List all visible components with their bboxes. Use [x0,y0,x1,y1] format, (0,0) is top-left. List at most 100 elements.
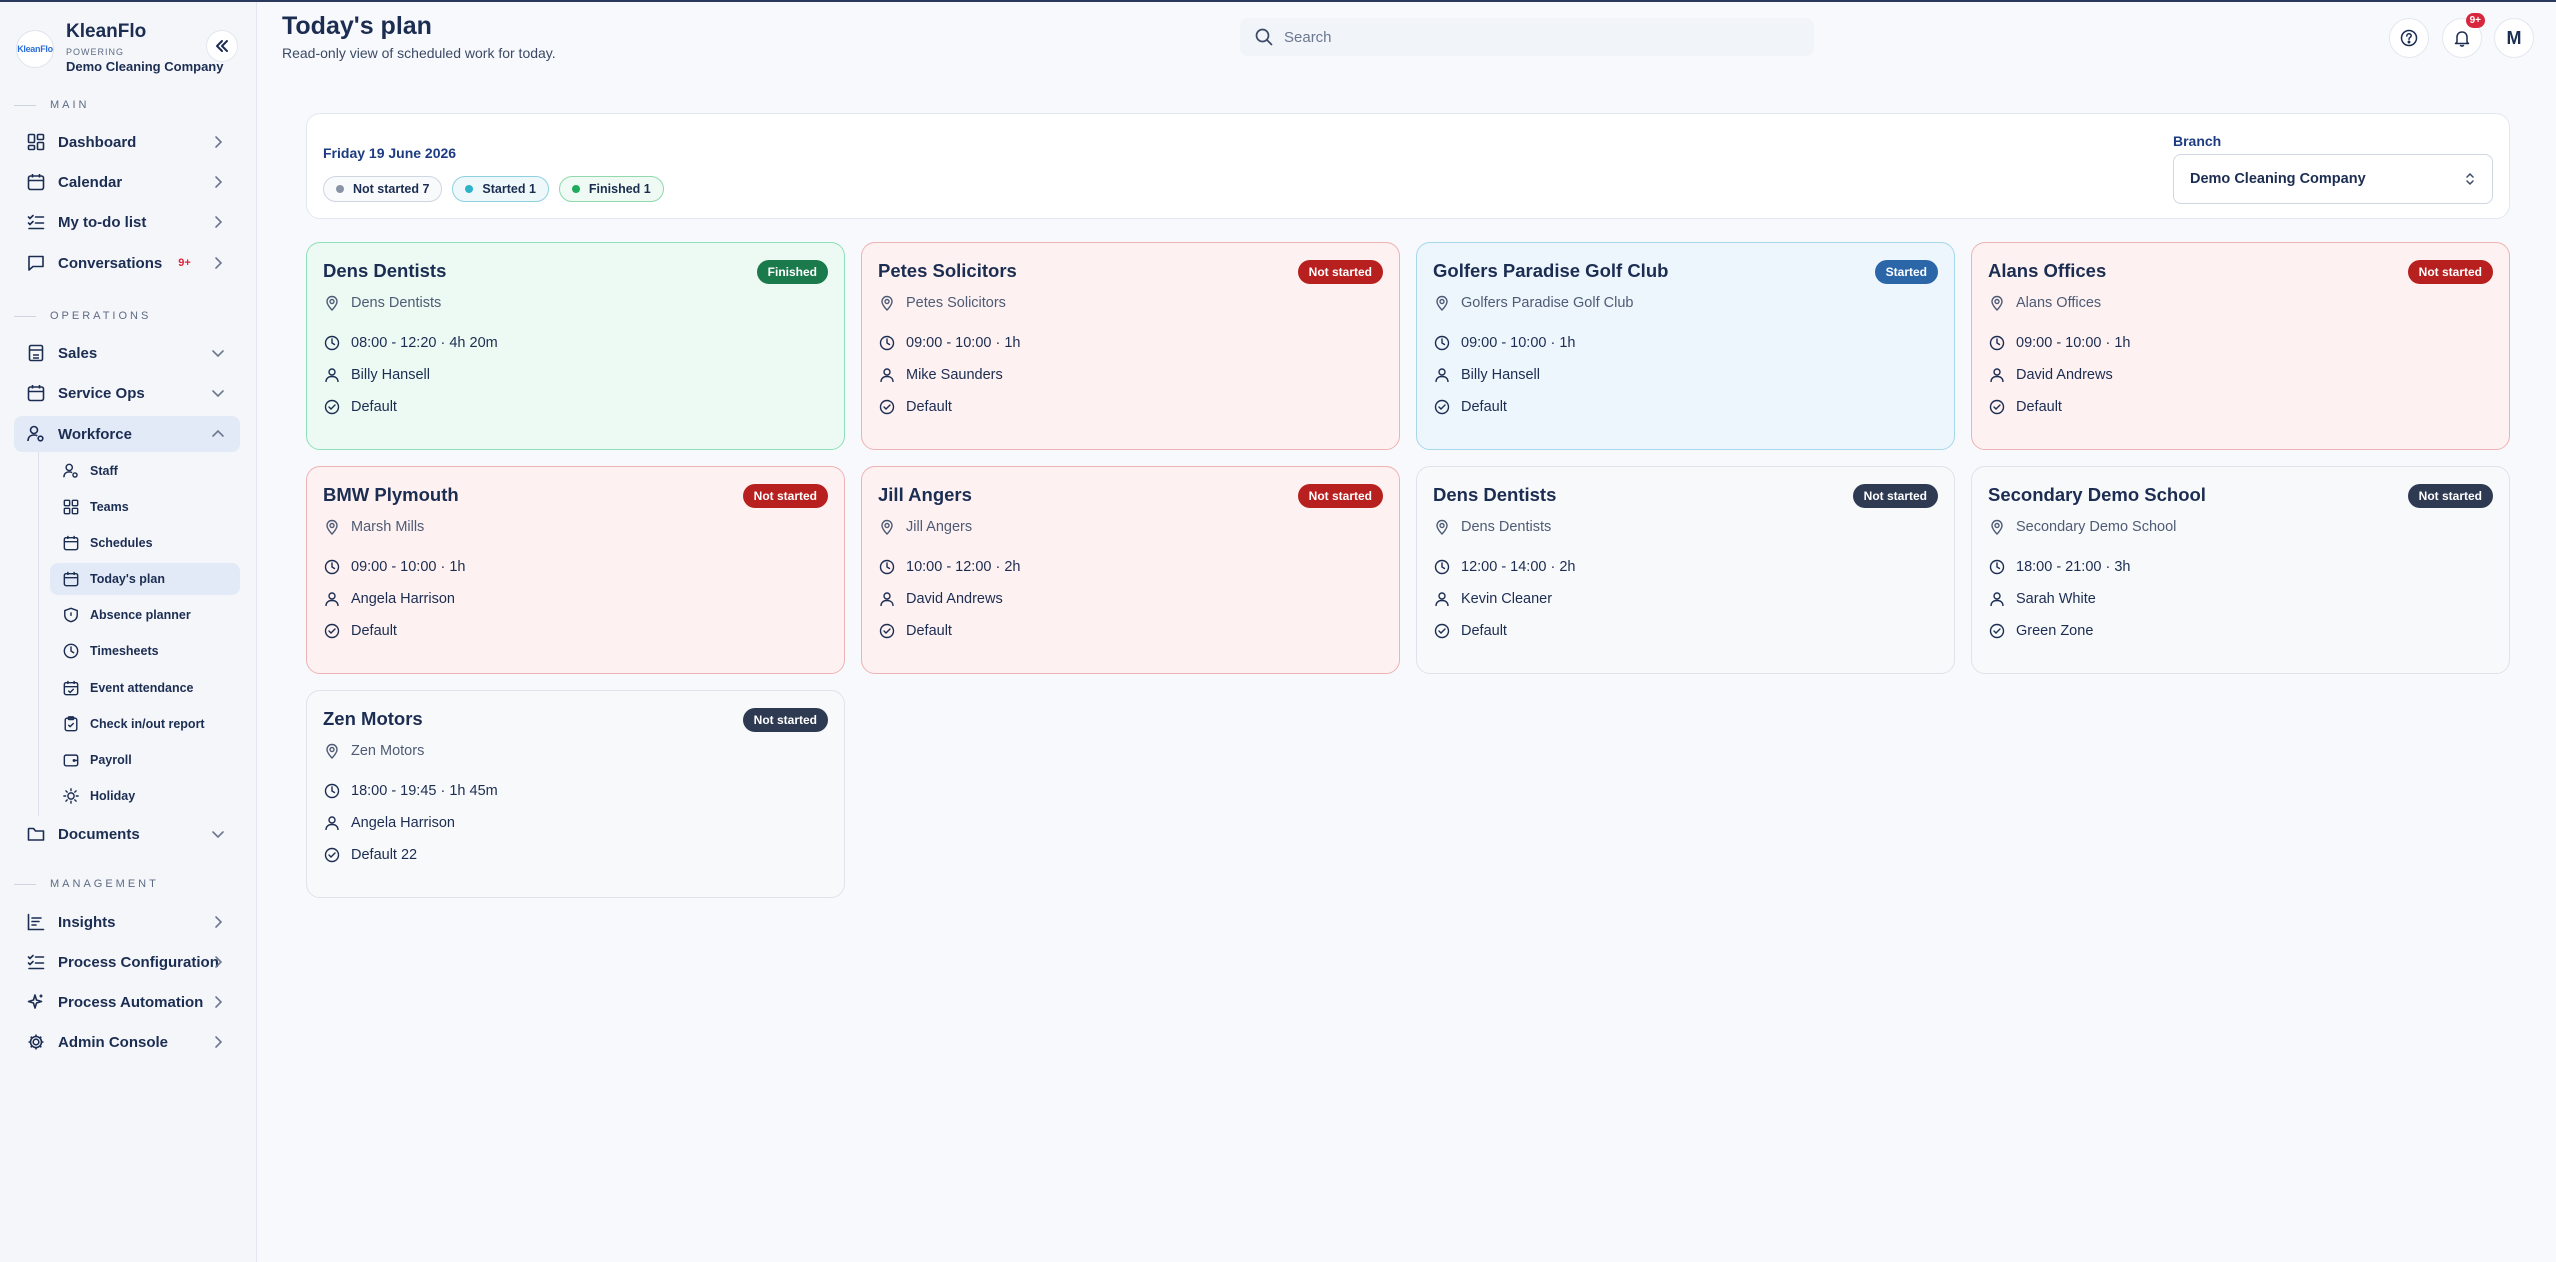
staff-text: Billy Hansell [351,367,430,383]
sub-item-schedules[interactable]: Schedules [50,527,240,559]
collapse-sidebar-button[interactable] [206,30,238,62]
help-button[interactable] [2389,18,2429,58]
brand-name: KleanFlo [66,21,147,42]
job-card[interactable]: Secondary Demo School Not started Second… [1971,466,2510,674]
clock-icon [878,558,896,576]
nav-item-calendar[interactable]: Calendar [14,164,240,200]
grid-icon [62,498,80,516]
job-card[interactable]: Petes Solicitors Not started Petes Solic… [861,242,1400,450]
map-pin-icon [323,742,341,760]
chevron-right-icon [210,1034,226,1050]
check-circle-icon [878,398,896,416]
filter-panel: Friday 19 June 2026 Not started 7 Starte… [306,113,2510,219]
nav-item-label: Conversations [58,254,163,272]
help-icon [2400,29,2418,47]
branch-label: Branch [2173,133,2222,149]
job-title: Jill Angers [878,484,972,505]
job-card[interactable]: Zen Motors Not started Zen Motors 18:00 … [306,690,845,898]
chevron-down-icon [210,826,226,842]
wallet-icon [62,751,80,769]
sub-item-label: Payroll [90,753,132,767]
sub-item-event-attendance[interactable]: Event attendance [50,672,240,704]
sub-item-payroll[interactable]: Payroll [50,744,240,776]
status-dot [336,185,344,193]
nav-item-todo[interactable]: My to-do list [14,204,240,240]
store-icon [26,343,46,363]
sub-item-teams[interactable]: Teams [50,491,240,523]
job-card[interactable]: Dens Dentists Finished Dens Dentists 08:… [306,242,845,450]
chevron-right-icon [210,134,226,150]
nav-item-process-automation[interactable]: Process Automation [14,984,240,1020]
chart-icon [26,912,46,932]
job-card[interactable]: BMW Plymouth Not started Marsh Mills 09:… [306,466,845,674]
clock-icon [878,334,896,352]
nav-item-documents[interactable]: Documents [14,816,240,852]
job-card[interactable]: Alans Offices Not started Alans Offices … [1971,242,2510,450]
brand-powering: POWERING [66,47,125,57]
user-icon [1433,366,1451,384]
calendar-icon [26,172,46,192]
job-title: Dens Dentists [323,260,447,281]
job-team: Default [1433,622,1507,640]
nav-item-admin-console[interactable]: Admin Console [14,1024,240,1060]
time-text: 12:00 - 14:00 · 2h [1461,559,1576,575]
staff-text: Angela Harrison [351,591,455,607]
time-text: 09:00 - 10:00 · 1h [351,559,466,575]
nav-item-dashboard[interactable]: Dashboard [14,124,240,160]
pill-not-started[interactable]: Not started 7 [323,176,443,202]
search-bar[interactable] [1240,18,1814,56]
job-card[interactable]: Dens Dentists Not started Dens Dentists … [1416,466,1955,674]
nav-item-label: Service Ops [58,384,145,402]
check-circle-icon [323,846,341,864]
job-location: Alans Offices [1988,294,2101,312]
time-text: 18:00 - 21:00 · 3h [2016,559,2131,575]
map-pin-icon [878,518,896,536]
search-input[interactable] [1284,28,1784,46]
nav-item-insights[interactable]: Insights [14,904,240,940]
check-circle-icon [323,398,341,416]
time-text: 09:00 - 10:00 · 1h [2016,335,2131,351]
notification-badge: 9+ [2465,13,2485,28]
user-icon [878,366,896,384]
team-text: Default [1461,623,1507,639]
check-circle-icon [1433,398,1451,416]
top-border [0,0,2556,2]
job-card[interactable]: Jill Angers Not started Jill Angers 10:0… [861,466,1400,674]
status-badge: Not started [1297,260,1383,284]
pill-finished[interactable]: Finished 1 [558,176,664,202]
user-avatar[interactable]: M [2494,18,2534,58]
check-circle-icon [323,622,341,640]
pill-label: Finished 1 [588,182,651,196]
nav-item-conversations[interactable]: Conversations 9+ [14,245,240,281]
job-staff: Mike Saunders [878,366,1003,384]
gear-icon [26,1032,46,1052]
user-gear-icon [26,424,46,444]
sub-item-absence-planner[interactable]: Absence planner [50,599,240,631]
section-label-main: MAIN [14,99,90,111]
map-pin-icon [878,294,896,312]
team-text: Green Zone [2016,623,2094,639]
check-circle-icon [1988,622,2006,640]
sub-item-holiday[interactable]: Holiday [50,780,240,812]
staff-text: Kevin Cleaner [1461,591,1553,607]
sub-item-todays-plan[interactable]: Today's plan [50,563,240,595]
nav-item-service-ops[interactable]: Service Ops [14,375,240,411]
branch-select[interactable]: Demo Cleaning Company [2173,154,2493,204]
nav-item-process-configuration[interactable]: Process Configuration [14,944,240,980]
staff-text: David Andrews [2016,367,2113,383]
notifications-button[interactable]: 9+ [2442,13,2485,58]
nav-item-sales[interactable]: Sales [14,335,240,371]
job-card[interactable]: Golfers Paradise Golf Club Started Golfe… [1416,242,1955,450]
chevron-right-icon [210,914,226,930]
sub-item-timesheets[interactable]: Timesheets [50,635,240,667]
nav-item-label: Sales [58,344,98,362]
sub-item-check-in-out-report[interactable]: Check in/out report [50,708,240,740]
location-text: Petes Solicitors [906,295,1006,311]
pill-started[interactable]: Started 1 [452,176,549,202]
sub-item-staff[interactable]: Staff [50,455,240,487]
map-pin-icon [1988,294,2006,312]
staff-text: David Andrews [906,591,1003,607]
sub-item-label: Absence planner [90,608,191,622]
branch-value: Demo Cleaning Company [2190,171,2366,187]
nav-item-workforce[interactable]: Workforce [14,416,240,452]
